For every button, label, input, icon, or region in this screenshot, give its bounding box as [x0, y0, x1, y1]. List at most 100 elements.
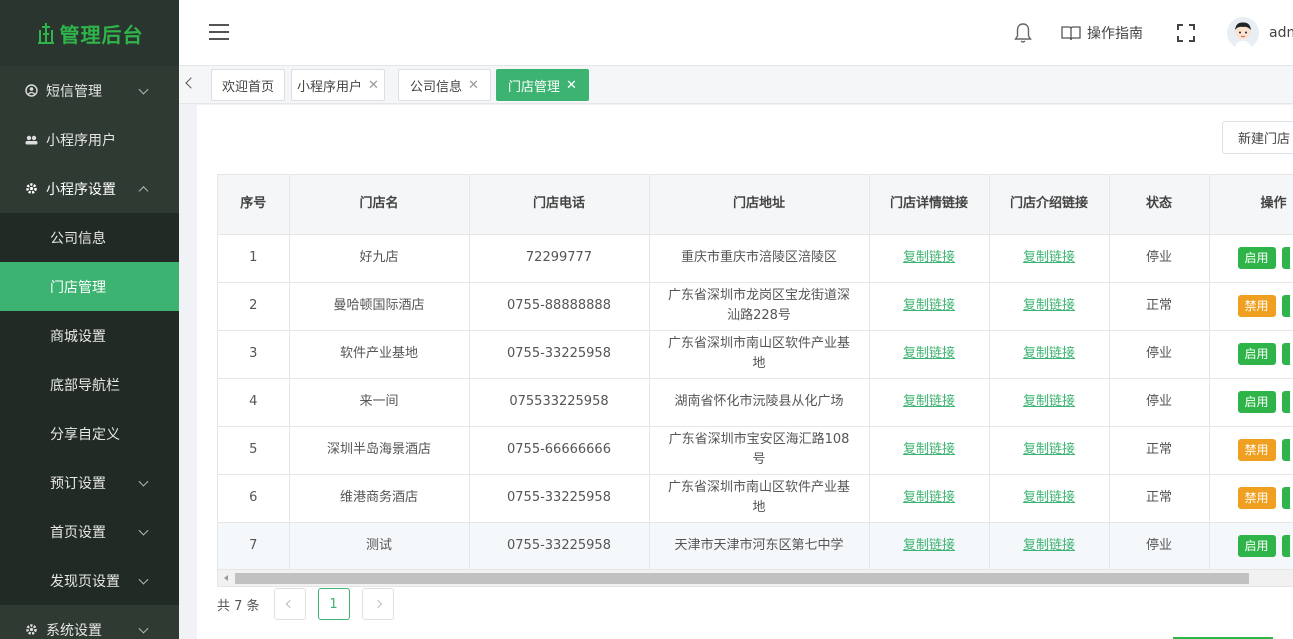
chevron-left-icon[interactable]: [185, 77, 197, 89]
cell-detail-link: 复制链接: [869, 234, 990, 283]
cell-status-text: 正常: [1145, 442, 1172, 457]
chevron-down-icon: [138, 476, 149, 487]
sidebar-item-booking-settings[interactable]: 预订设置: [0, 458, 179, 507]
copy-link-button[interactable]: 复制链接: [1023, 394, 1075, 409]
gear-icon: [24, 623, 38, 637]
top-header: 操作指南 admin: [179, 0, 1293, 66]
close-icon[interactable]: ✕: [368, 78, 379, 93]
pagination: 共 7 条 1: [217, 588, 394, 620]
sidebar-item-miniapp-users[interactable]: 小程序用户: [0, 115, 179, 164]
disable-button[interactable]: 禁用: [1237, 439, 1276, 461]
cell-index: 1: [218, 234, 290, 283]
tab-label: 门店管理: [508, 79, 561, 95]
cell-address: 天津市天津市河东区第七中学: [649, 522, 870, 571]
cell-index-text: 7: [249, 538, 258, 553]
sidebar-item-share-custom[interactable]: 分享自定义: [0, 409, 179, 458]
cell-actions: 启用: [1209, 234, 1293, 283]
copy-link-button[interactable]: 复制链接: [1023, 442, 1075, 457]
cell-intro-link: 复制链接: [989, 330, 1110, 379]
disable-button[interactable]: 禁用: [1237, 295, 1276, 317]
cell-phone-text: 075533225958: [509, 394, 609, 409]
edit-button[interactable]: [1281, 391, 1290, 413]
cell-phone-text: 0755-66666666: [507, 442, 611, 457]
next-page-button[interactable]: [361, 588, 394, 620]
avatar[interactable]: [1227, 17, 1259, 49]
cell-address: 广东省深圳市龙岗区宝龙街道深汕路228号: [649, 282, 870, 331]
cell-address: 广东省深圳市南山区软件产业基地: [649, 474, 870, 523]
chevron-right-icon: [373, 599, 382, 609]
copy-link-button[interactable]: 复制链接: [903, 442, 955, 457]
copy-link-button[interactable]: 复制链接: [1023, 346, 1075, 361]
copy-link-button[interactable]: 复制链接: [903, 490, 955, 505]
enable-button[interactable]: 启用: [1237, 343, 1276, 365]
bell-icon[interactable]: [1013, 22, 1033, 44]
cell-actions: 启用: [1209, 330, 1293, 379]
prev-page-button[interactable]: [273, 588, 306, 620]
edit-button[interactable]: [1281, 487, 1290, 509]
sidebar-item-sms[interactable]: 短信管理: [0, 66, 179, 115]
cell-index-text: 5: [249, 442, 258, 457]
tab-welcome[interactable]: 欢迎首页: [211, 69, 285, 101]
table-row: 6 维港商务酒店 0755-33225958 广东省深圳市南山区软件产业基地 复制链接 复…: [218, 474, 1293, 523]
menu-toggle-icon[interactable]: [209, 24, 229, 40]
page-number-button[interactable]: 1: [317, 588, 350, 620]
cell-store-name: 曼哈顿国际酒店: [289, 282, 470, 331]
cell-address-text: 广东省深圳市南山区软件产业基地: [667, 336, 850, 371]
tab-company-info[interactable]: 公司信息 ✕: [398, 69, 491, 101]
new-store-button[interactable]: 新建门店: [1222, 121, 1293, 154]
user-name[interactable]: admin: [1269, 25, 1293, 41]
copy-link-button[interactable]: 复制链接: [1023, 250, 1075, 265]
copy-link-button[interactable]: 复制链接: [1023, 490, 1075, 505]
sidebar-item-discover-settings[interactable]: 发现页设置: [0, 556, 179, 605]
scroll-left-arrow-icon[interactable]: [224, 575, 228, 581]
sidebar-item-system-settings[interactable]: 系统设置: [0, 605, 179, 639]
copy-link-button[interactable]: 复制链接: [903, 346, 955, 361]
guide-link[interactable]: 操作指南: [1061, 23, 1143, 43]
cell-status-text: 停业: [1145, 538, 1172, 553]
edit-button[interactable]: [1281, 247, 1290, 269]
close-icon[interactable]: ✕: [566, 78, 577, 93]
cell-status: 停业: [1109, 522, 1210, 571]
tab-store-management[interactable]: 门店管理 ✕: [496, 69, 589, 101]
sidebar-item-store-management[interactable]: 门店管理: [0, 262, 179, 311]
edit-button[interactable]: [1281, 535, 1290, 557]
column-header: 状态: [1109, 175, 1210, 235]
copy-link-button[interactable]: 复制链接: [1023, 298, 1075, 313]
copy-link-button[interactable]: 复制链接: [903, 538, 955, 553]
sidebar-item-label: 小程序用户: [46, 132, 116, 149]
enable-button[interactable]: 启用: [1237, 535, 1276, 557]
copy-link-button[interactable]: 复制链接: [903, 250, 955, 265]
cell-actions: 启用: [1209, 378, 1293, 427]
sidebar-item-miniapp-settings[interactable]: 小程序设置: [0, 164, 179, 213]
cell-actions: 启用: [1209, 522, 1293, 571]
enable-button[interactable]: 启用: [1237, 391, 1276, 413]
sidebar-item-home-settings[interactable]: 首页设置: [0, 507, 179, 556]
copy-link-button[interactable]: 复制链接: [903, 298, 955, 313]
edit-button[interactable]: [1281, 439, 1290, 461]
cell-store-name: 维港商务酒店: [289, 474, 470, 523]
table-row: 5 深圳半岛海景酒店 0755-66666666 广东省深圳市宝安区海汇路108号 复制…: [218, 426, 1293, 475]
edit-button[interactable]: [1281, 343, 1290, 365]
fullscreen-icon[interactable]: [1177, 24, 1195, 42]
tab-miniapp-users[interactable]: 小程序用户 ✕: [291, 69, 385, 101]
close-icon[interactable]: ✕: [468, 78, 479, 93]
sidebar-item-label: 分享自定义: [50, 426, 120, 443]
cell-index: 4: [218, 378, 290, 427]
sidebar-item-company-info[interactable]: 公司信息: [0, 213, 179, 262]
table-row: 7 测试 0755-33225958 天津市天津市河东区第七中学 复制链接 复制链接 停业 启…: [218, 522, 1293, 571]
disable-button[interactable]: 禁用: [1237, 487, 1276, 509]
cell-status-text: 停业: [1145, 346, 1172, 361]
scrollbar-thumb[interactable]: [235, 573, 1249, 584]
copy-link-button[interactable]: 复制链接: [1023, 538, 1075, 553]
cell-index-text: 1: [249, 250, 258, 265]
enable-button[interactable]: 启用: [1237, 247, 1276, 269]
cell-status-text: 停业: [1145, 394, 1172, 409]
edit-button[interactable]: [1281, 295, 1290, 317]
sidebar-item-bottom-nav[interactable]: 底部导航栏: [0, 360, 179, 409]
copy-link-button[interactable]: 复制链接: [903, 394, 955, 409]
cell-index: 2: [218, 282, 290, 331]
sidebar-item-mall-settings[interactable]: 商城设置: [0, 311, 179, 360]
horizontal-scrollbar[interactable]: [218, 569, 1293, 586]
user-circle-icon: [24, 84, 38, 98]
sidebar-item-label: 系统设置: [46, 622, 102, 639]
